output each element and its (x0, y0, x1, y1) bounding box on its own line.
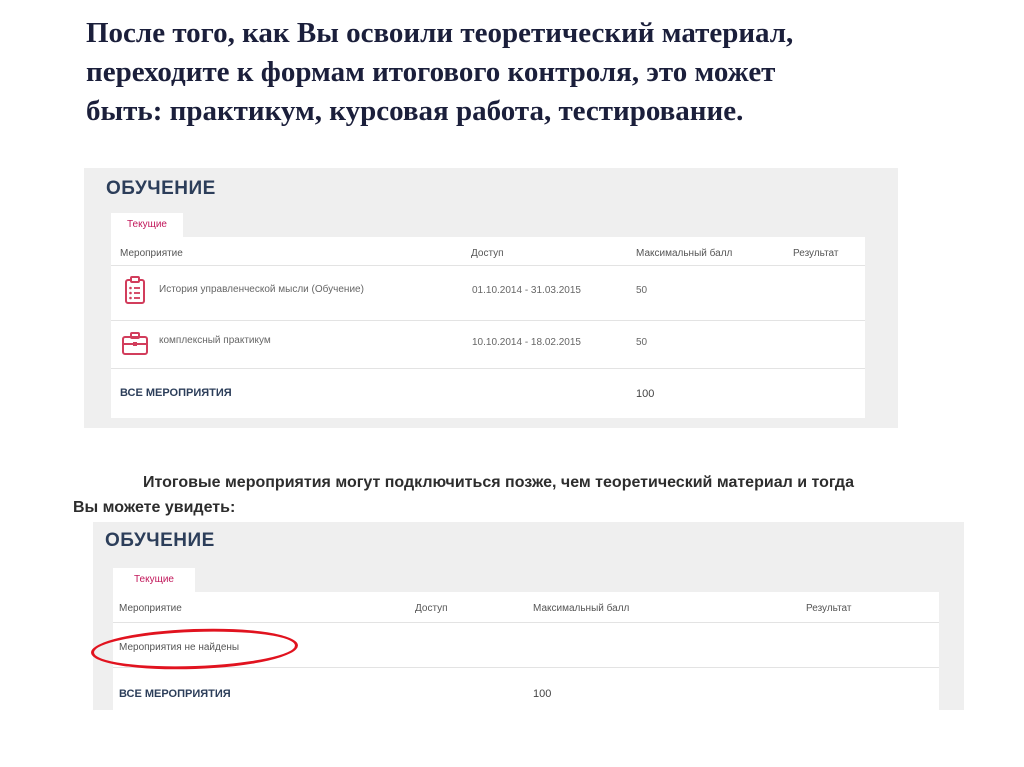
activity-max-score: 50 (636, 337, 648, 348)
tab-current[interactable]: Текущие (111, 213, 183, 237)
header-divider (111, 265, 865, 266)
note-line-2: Вы можете увидеть: (73, 499, 236, 516)
column-header-max-score: Максимальный балл (533, 603, 630, 614)
activity-name[interactable]: комплексный практикум (159, 335, 271, 346)
panel-title: ОБУЧЕНИЕ (105, 530, 215, 551)
tab-current[interactable]: Текущие (113, 568, 195, 592)
column-header-activity: Мероприятие (120, 248, 183, 259)
note-line-1: Итоговые мероприятия могут подключиться … (143, 474, 854, 491)
all-activities-total: 100 (533, 688, 552, 700)
activity-name[interactable]: История управленческой мысли (Обучение) (159, 284, 364, 295)
heading-line-3: быть: практикум, курсовая работа, тестир… (86, 95, 744, 127)
header-divider (113, 622, 939, 623)
learning-panel-with-items: ОБУЧЕНИЕ Текущие Мероприятие Доступ Макс… (84, 168, 898, 428)
learning-panel-empty: ОБУЧЕНИЕ Текущие Мероприятие Доступ Макс… (93, 522, 964, 710)
briefcase-icon (122, 332, 148, 355)
column-header-access: Доступ (415, 603, 448, 614)
heading-line-1: После того, как Вы освоили теоретический… (86, 17, 794, 49)
activity-access: 01.10.2014 - 31.03.2015 (472, 285, 581, 296)
column-header-access: Доступ (471, 248, 504, 259)
slide-heading: После того, как Вы освоили теоретический… (86, 14, 986, 131)
column-header-result: Результат (793, 248, 839, 259)
row-divider (113, 667, 939, 668)
row-divider (111, 320, 865, 321)
all-activities-label: ВСЕ МЕРОПРИЯТИЯ (120, 387, 232, 399)
activities-table: Мероприятие Доступ Максимальный балл Рез… (111, 237, 865, 418)
column-header-max-score: Максимальный балл (636, 248, 733, 259)
all-activities-total: 100 (636, 388, 655, 400)
heading-line-2: переходите к формам итогового контроля, … (86, 56, 776, 88)
activity-max-score: 50 (636, 285, 648, 296)
clipboard-list-icon (125, 276, 145, 304)
all-activities-label: ВСЕ МЕРОПРИЯТИЯ (119, 688, 231, 700)
column-header-result: Результат (806, 603, 852, 614)
activity-access: 10.10.2014 - 18.02.2015 (472, 337, 581, 348)
column-header-activity: Мероприятие (119, 603, 182, 614)
row-divider (111, 368, 865, 369)
panel-title: ОБУЧЕНИЕ (106, 178, 216, 199)
